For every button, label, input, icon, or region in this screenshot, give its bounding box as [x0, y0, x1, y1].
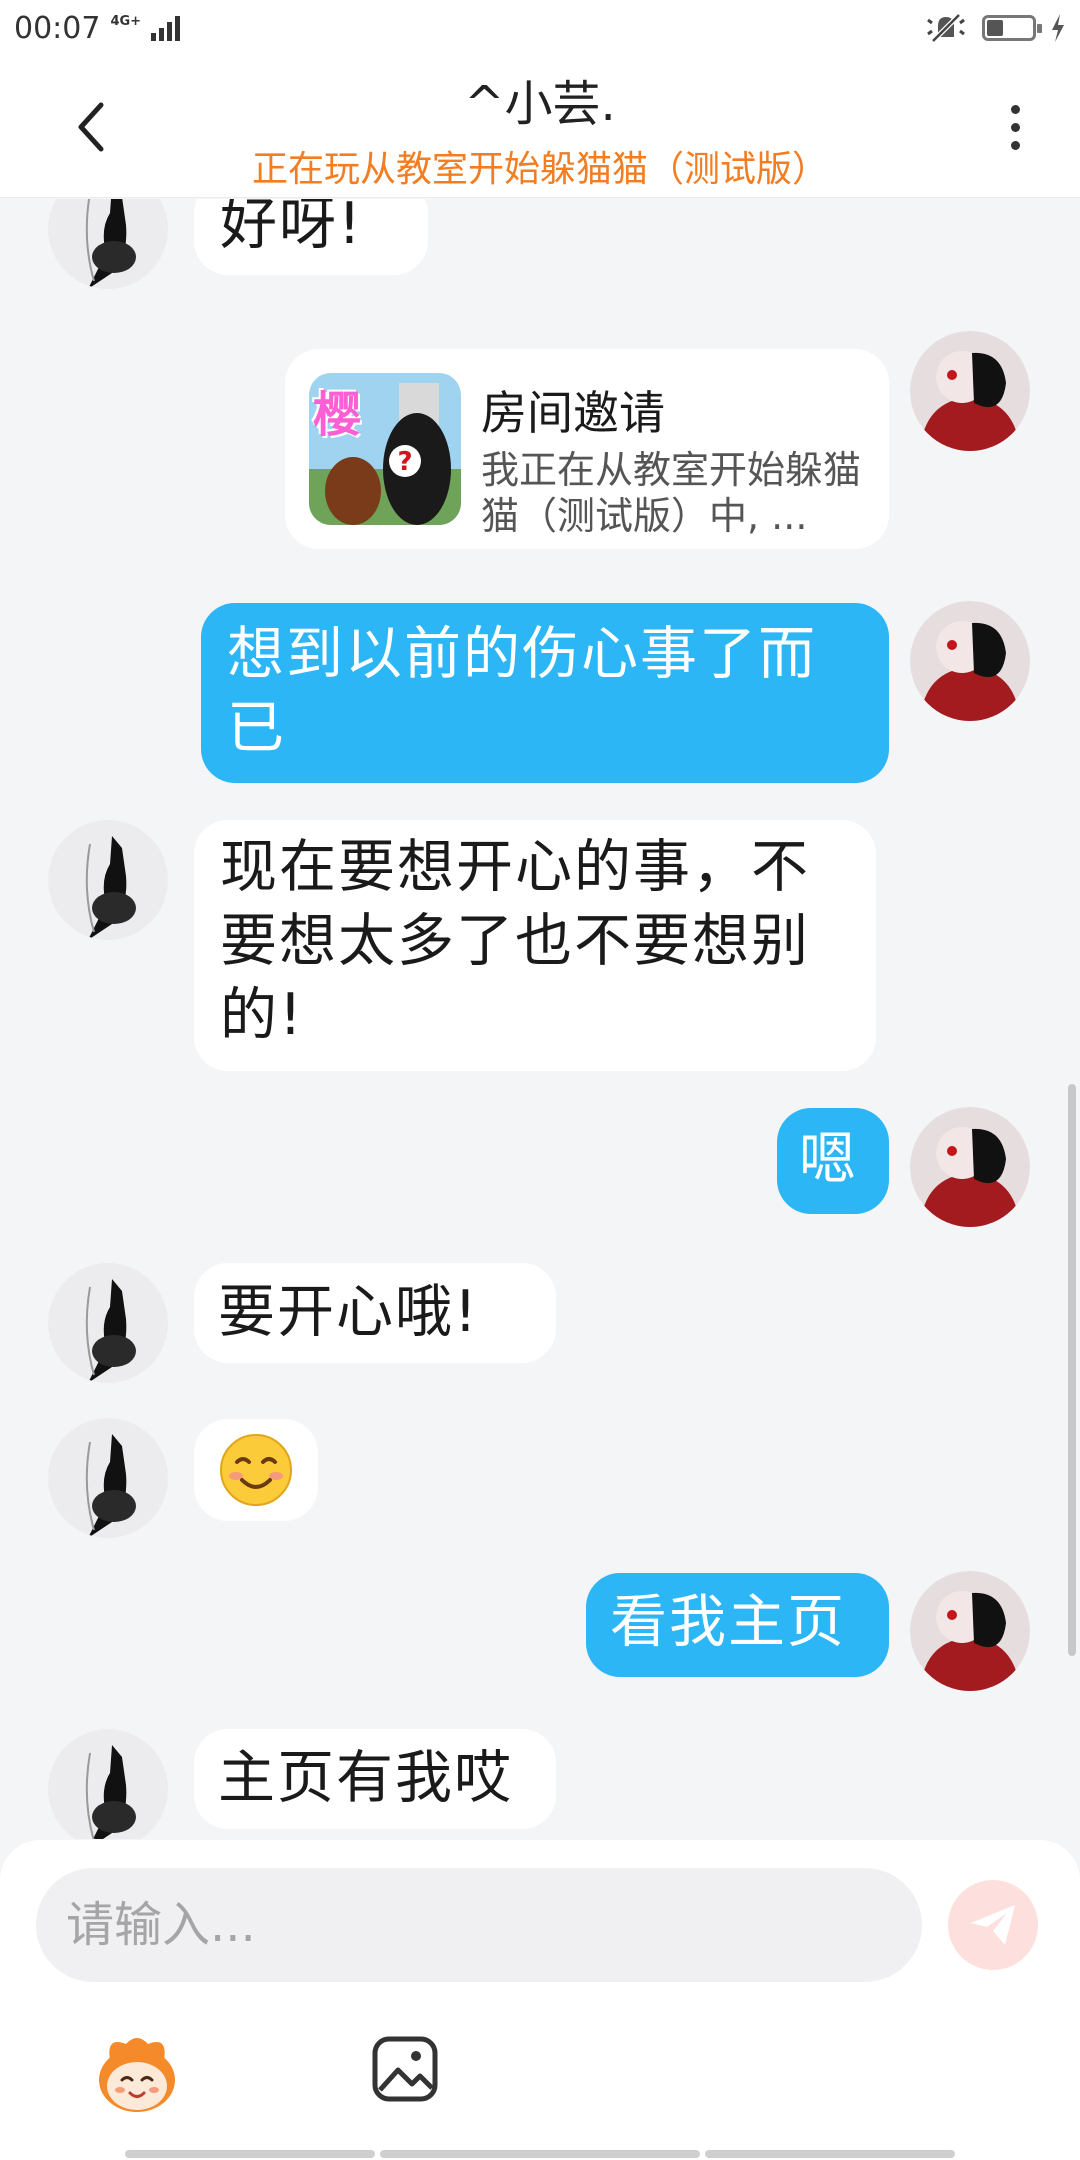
- send-button[interactable]: [948, 1880, 1038, 1970]
- scrollbar[interactable]: [1068, 1084, 1076, 1656]
- message-bubble-outgoing[interactable]: 嗯: [777, 1108, 889, 1214]
- contact-name: ^小芸.: [464, 76, 616, 132]
- image-icon: [372, 2036, 438, 2102]
- nav-indicator: [125, 2150, 375, 2158]
- message-bubble-outgoing[interactable]: 看我主页: [586, 1573, 889, 1677]
- message-bubble-incoming[interactable]: 主页有我哎: [194, 1729, 556, 1829]
- battery-icon: [982, 15, 1042, 41]
- message-bubble-incoming[interactable]: 好呀!: [194, 199, 428, 275]
- message-list[interactable]: 好呀! ? 樱 房间邀请 我正在从教室开始躲猫猫（测试版）中, ... 想到以前…: [0, 199, 1080, 1839]
- svg-text:?: ?: [397, 447, 412, 477]
- avatar-self[interactable]: [910, 1107, 1030, 1227]
- bell-muted-icon: [927, 13, 965, 43]
- message-bubble-outgoing[interactable]: 想到以前的伤心事了而已: [201, 603, 889, 783]
- room-invite-card[interactable]: ? 樱 房间邀请 我正在从教室开始躲猫猫（测试版）中, ...: [285, 349, 889, 549]
- avatar-self[interactable]: [910, 1571, 1030, 1691]
- more-button[interactable]: [990, 92, 1040, 162]
- status-right: [924, 11, 1066, 45]
- status-bar: 00:07 4G+: [0, 0, 1080, 56]
- invite-title: 房间邀请: [481, 386, 665, 440]
- avatar-contact[interactable]: [48, 820, 168, 940]
- message-bubble-incoming[interactable]: 现在要想开心的事，不要想太多了也不要想别的!: [194, 820, 876, 1071]
- avatar-contact[interactable]: [48, 1263, 168, 1383]
- emoji-message[interactable]: 😊: [194, 1419, 318, 1521]
- thumbnail-label: 樱: [313, 387, 362, 443]
- avatar-contact[interactable]: [48, 199, 168, 289]
- contact-status: 正在玩从教室开始躲猫猫（测试版）: [251, 149, 828, 190]
- signal-icon: [151, 15, 181, 41]
- nav-indicator: [380, 2150, 700, 2158]
- status-left: 00:07 4G+: [14, 10, 181, 46]
- mascot-button[interactable]: [92, 2030, 182, 2120]
- network-type: 4G+: [110, 14, 142, 29]
- message-input[interactable]: [36, 1868, 922, 1982]
- message-bubble-incoming[interactable]: 要开心哦!: [194, 1263, 556, 1363]
- invite-description: 我正在从教室开始躲猫猫（测试版）中, ...: [481, 448, 862, 538]
- image-button[interactable]: [370, 2034, 440, 2104]
- avatar-contact[interactable]: [48, 1418, 168, 1538]
- smiling-face-icon: [220, 1434, 292, 1506]
- chat-header: ^小芸. 正在玩从教室开始躲猫猫（测试版）: [0, 56, 1080, 198]
- more-vertical-icon: [1010, 104, 1020, 114]
- nav-indicator: [705, 2150, 955, 2158]
- send-icon: [971, 1905, 1015, 1945]
- charging-icon: [1052, 14, 1064, 42]
- mascot-icon: [99, 2038, 175, 2112]
- avatar-self[interactable]: [910, 601, 1030, 721]
- avatar-self[interactable]: [910, 331, 1030, 451]
- status-time: 00:07: [14, 10, 101, 46]
- game-thumbnail: ? 樱: [309, 373, 461, 525]
- input-bar: [0, 1840, 1080, 2160]
- chat-screen: 00:07 4G+ ^小芸. 正在玩从教室开始躲猫猫（测试版） 好呀! ? 樱 …: [0, 0, 1080, 2160]
- avatar-contact[interactable]: [48, 1729, 168, 1839]
